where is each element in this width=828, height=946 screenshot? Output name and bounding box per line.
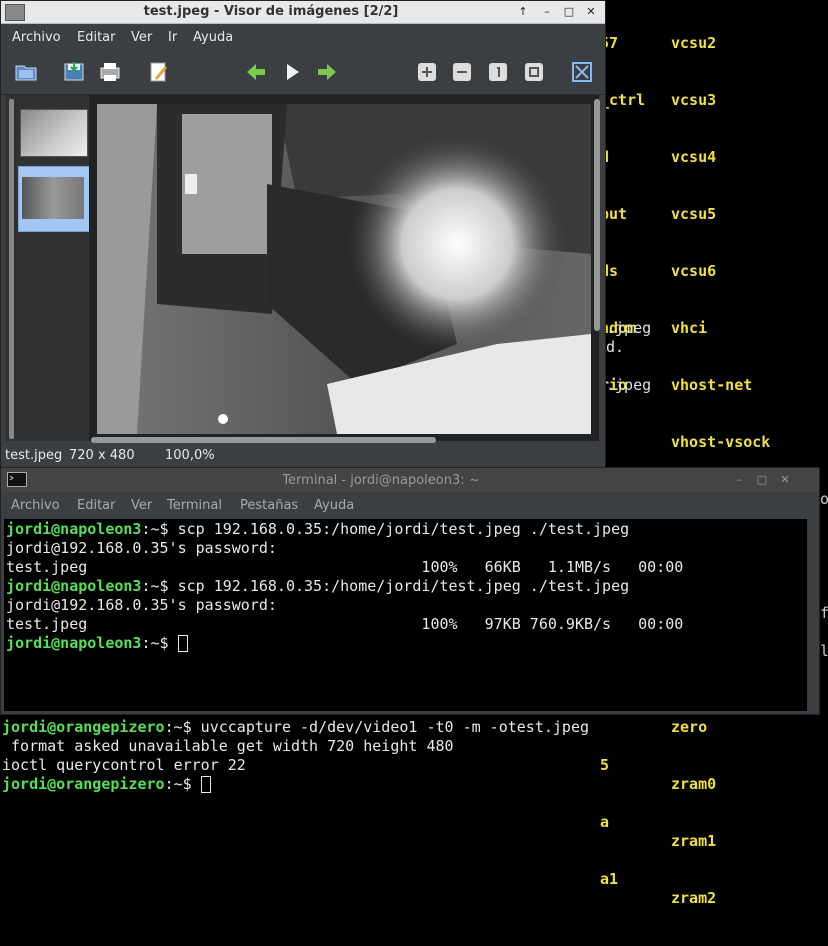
thumbnail-image	[22, 177, 84, 219]
play-icon[interactable]	[280, 60, 304, 84]
device-item: vcsu5	[671, 205, 717, 223]
device-item: a1	[600, 870, 619, 888]
terminal-titlebar[interactable]: Terminal - jordi@napoleon3: ~ – □ ✕	[1, 468, 819, 492]
bg-text-line: d.	[606, 338, 625, 356]
device-item: put	[600, 205, 628, 223]
status-filename: test.jpeg	[5, 448, 63, 463]
terminal-line: test.jpeg 100% 66KB 1.1MB/s 00:00	[6, 558, 684, 576]
device-item: vcsu3	[671, 91, 717, 109]
thumbnail-selected[interactable]	[18, 166, 90, 232]
terminal-line: jordi@napoleon3:~$ scp 192.168.0.35:/hom…	[6, 520, 630, 538]
menu-ir[interactable]: Ir	[168, 30, 177, 45]
viewer-toolbar	[1, 52, 605, 95]
terminal-line: jordi@napoleon3:~$ scp 192.168.0.35:/hom…	[6, 577, 630, 595]
terminal-cursor	[177, 635, 188, 652]
terminal-scrollbar[interactable]	[809, 519, 819, 711]
device-list-col1: 57 _ctrl d put ds ndom rio l 2 3 4 5 5 a…	[600, 0, 645, 927]
bg-text-line: .jpeg	[606, 319, 652, 337]
device-item: 57	[600, 34, 619, 52]
zoom-fit-icon[interactable]	[522, 60, 546, 84]
bg-terminal-line: format asked unavailable get width 720 h…	[2, 737, 454, 755]
menu-editar[interactable]: Editar	[77, 498, 116, 513]
device-item: vcsu4	[671, 148, 717, 166]
save-as-icon[interactable]	[62, 60, 86, 84]
menu-ayuda[interactable]: Ayuda	[314, 498, 354, 513]
viewer-menubar: Archivo Editar Ver Ir Ayuda	[1, 24, 605, 52]
close-button[interactable]: ✕	[777, 472, 793, 488]
bg-terminal-line: ioctl querycontrol error 22	[2, 756, 246, 774]
terminal-line: test.jpeg 100% 97KB 760.9KB/s 00:00	[6, 615, 684, 633]
terminal-menubar: Archivo Editar Ver Terminal Pestañas Ayu…	[1, 492, 819, 518]
device-item: zero	[671, 718, 708, 736]
minimize-button[interactable]: –	[731, 472, 747, 488]
viewer-statusbar: test.jpeg 720 x 480 100,0%	[1, 445, 605, 467]
terminal-line: jordi@192.168.0.35's password:	[6, 539, 277, 557]
menu-ver[interactable]: Ver	[131, 30, 152, 45]
zoom-in-icon[interactable]	[415, 60, 439, 84]
device-item: _ctrl	[600, 91, 646, 109]
terminal-prompt-line: jordi@napoleon3:~$	[6, 634, 188, 653]
menu-ver[interactable]: Ver	[131, 498, 152, 513]
thumbnail-image[interactable]	[20, 109, 88, 157]
forward-arrow-icon[interactable]	[315, 60, 339, 84]
device-item: zram1	[671, 832, 717, 850]
maximize-button[interactable]: □	[561, 4, 577, 20]
device-item: zram2	[671, 889, 717, 907]
terminal-title: Terminal - jordi@napoleon3: ~	[282, 473, 480, 488]
device-item: zram0	[671, 775, 717, 793]
edit-icon[interactable]	[147, 60, 171, 84]
device-item: vhci	[671, 319, 708, 337]
bg-text-line: .jpeg	[606, 376, 652, 394]
viewer-title: test.jpeg - Visor de imágenes [2/2]	[143, 4, 399, 19]
viewer-titlebar[interactable]: test.jpeg - Visor de imágenes [2/2] ↑ – …	[1, 1, 605, 24]
sidebar-scrollbar[interactable]	[9, 99, 14, 439]
fullscreen-icon[interactable]	[570, 60, 594, 84]
device-item: 5	[600, 756, 610, 774]
terminal-body[interactable]: jordi@napoleon3:~$ scp 192.168.0.35:/hom…	[4, 519, 807, 711]
status-zoom: 100,0%	[165, 448, 215, 463]
image-horizontal-scrollbar[interactable]	[91, 437, 436, 443]
device-item: a	[600, 813, 610, 831]
device-item: vcsu2	[671, 34, 717, 52]
bg-edge-char: o	[820, 490, 828, 508]
maximize-button[interactable]: □	[754, 472, 770, 488]
device-item: d	[600, 148, 645, 167]
terminal-window: Terminal - jordi@napoleon3: ~ – □ ✕ Arch…	[0, 467, 820, 715]
menu-archivo[interactable]: Archivo	[11, 498, 60, 513]
status-dimensions: 720 x 480	[69, 448, 135, 463]
image-viewer-window: test.jpeg - Visor de imágenes [2/2] ↑ – …	[0, 0, 606, 467]
menu-ayuda[interactable]: Ayuda	[193, 30, 233, 45]
print-icon[interactable]	[98, 60, 122, 84]
photo-image	[97, 104, 591, 434]
image-vertical-scrollbar[interactable]	[594, 99, 600, 331]
zoom-out-icon[interactable]	[450, 60, 474, 84]
device-item: vcsu6	[671, 262, 717, 280]
above-others-button[interactable]: ↑	[515, 4, 531, 20]
close-button[interactable]: ✕	[583, 4, 599, 20]
zoom-normal-icon[interactable]	[486, 60, 510, 84]
menu-editar[interactable]: Editar	[77, 30, 116, 45]
menu-pestanas[interactable]: Pestañas	[240, 498, 298, 513]
menu-archivo[interactable]: Archivo	[12, 30, 61, 45]
device-item: vhost-net	[671, 376, 753, 394]
open-folder-icon[interactable]	[14, 60, 38, 84]
menu-terminal[interactable]: Terminal	[167, 498, 222, 513]
back-arrow-icon[interactable]	[244, 60, 268, 84]
terminal-line: jordi@192.168.0.35's password:	[6, 596, 277, 614]
minimize-button[interactable]: –	[539, 4, 555, 20]
bg-terminal-prompt-line[interactable]: jordi@orangepizero:~$	[2, 775, 211, 794]
bg-edge-char: l	[820, 642, 828, 660]
bg-terminal-line: jordi@orangepizero:~$ uvccapture -d/dev/…	[2, 718, 590, 736]
terminal-cursor	[200, 776, 211, 793]
device-item: vhost-vsock	[671, 433, 771, 451]
device-item: ds	[600, 262, 619, 280]
bg-edge-char: f	[820, 604, 828, 622]
